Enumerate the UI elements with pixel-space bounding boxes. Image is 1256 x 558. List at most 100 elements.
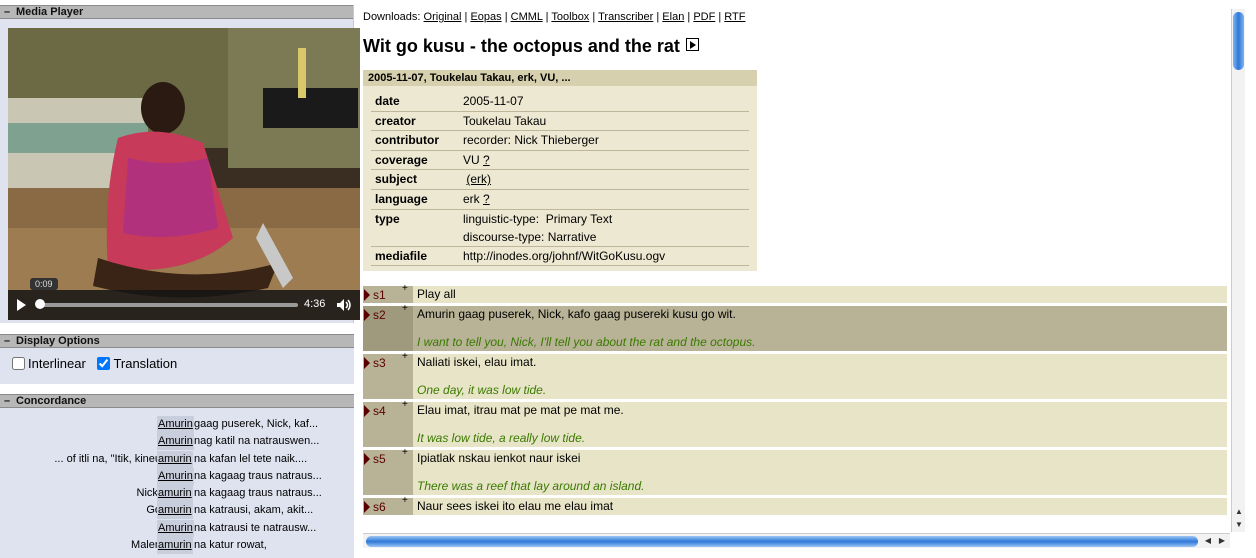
concordance-panel: – Concordance Amurin gaag puserek, Nick, k…	[0, 394, 354, 558]
vertical-scroll-thumb[interactable]	[1233, 12, 1244, 70]
expand-icon[interactable]: +	[402, 447, 408, 458]
collapse-icon[interactable]: –	[4, 395, 16, 407]
concordance-row: ... of itli na, "Itik, kineu amurin na kaf…	[0, 450, 354, 468]
download-eopas-link[interactable]: Eopas	[470, 11, 501, 23]
concordance-header[interactable]: – Concordance	[0, 394, 354, 408]
concordance-keyword-link[interactable]: Amurin	[157, 519, 194, 537]
segment-id[interactable]: s1 +	[363, 283, 413, 303]
segment-row[interactable]: s1 + Play all	[363, 283, 1227, 303]
video-frame[interactable]: 0:09 4:36	[8, 28, 360, 320]
scroll-left-icon[interactable]: ◀	[1201, 535, 1215, 547]
segment-id[interactable]: s3 +	[363, 351, 413, 399]
concordance-keyword-link[interactable]: amurin	[157, 485, 193, 503]
download-original-link[interactable]: Original	[424, 11, 462, 23]
segment-label: s1	[373, 288, 386, 302]
seek-bar[interactable]	[38, 303, 298, 307]
download-transcriber-link[interactable]: Transcriber	[598, 11, 653, 23]
display-options-panel: – Display Options Interlinear Translation	[0, 334, 354, 384]
volume-icon[interactable]	[336, 298, 352, 312]
download-toolbox-link[interactable]: Toolbox	[551, 11, 589, 23]
segment-play-icon[interactable]	[364, 309, 370, 321]
segment-text[interactable]: Play all	[417, 286, 1227, 303]
download-rtf-link[interactable]: RTF	[724, 11, 745, 23]
translation-option[interactable]: Translation	[97, 356, 177, 371]
vertical-scrollbar[interactable]: ▲ ▼	[1231, 9, 1245, 532]
segment-id[interactable]: s6 +	[363, 495, 413, 515]
concordance-row: Malen amurin na katur rowat,	[0, 537, 354, 555]
concordance-keyword-link[interactable]: amurin	[157, 537, 193, 555]
play-icon[interactable]	[17, 299, 26, 311]
metadata-row: date 2005-11-07	[371, 92, 749, 112]
metadata-header: 2005-11-07, Toukelau Takau, erk, VU, ...	[363, 70, 757, 86]
segment-play-icon[interactable]	[364, 501, 370, 513]
seek-handle[interactable]	[35, 299, 45, 309]
segment-id[interactable]: s4 +	[363, 399, 413, 447]
segment-text: Naliati iskei, elau imat. One day, it was…	[417, 354, 1227, 399]
concordance-right-context: na kafan lel tete naik....	[194, 452, 308, 465]
segment-id[interactable]: s2 +	[363, 303, 413, 351]
segment-row[interactable]: s4 + Elau imat, itrau mat pe mat pe mat m…	[363, 399, 1227, 447]
scroll-right-icon[interactable]: ▶	[1215, 535, 1229, 547]
interlinear-option[interactable]: Interlinear	[12, 356, 86, 371]
page-title: Wit go kusu - the octopus and the rat	[363, 36, 699, 57]
concordance-left-context: ... of itli na, "Itik, kineu	[54, 452, 161, 465]
expand-icon[interactable]: +	[402, 283, 408, 294]
concordance-keyword-link[interactable]: Amurin	[157, 433, 194, 451]
segment-text: Amurin gaag puserek, Nick, kafo gaag pus…	[417, 306, 1227, 351]
expand-icon[interactable]: +	[402, 495, 408, 506]
scroll-up-icon[interactable]: ▲	[1232, 506, 1246, 518]
language-help-link[interactable]: ?	[483, 192, 490, 206]
interlinear-checkbox[interactable]	[12, 357, 25, 370]
concordance-keyword-link[interactable]: amurin	[157, 450, 193, 468]
metadata-row: coverage VU ?	[371, 151, 749, 171]
expand-icon[interactable]: +	[402, 351, 408, 362]
expand-icon[interactable]: +	[402, 303, 408, 314]
segment-text[interactable]: Naur sees iskei ito elau me elau imat	[417, 498, 1227, 515]
segment-row[interactable]: s3 + Naliati iskei, elau imat. One day, it…	[363, 351, 1227, 399]
collapse-icon[interactable]: –	[4, 6, 16, 18]
metadata-value: 2005-11-07	[463, 94, 524, 108]
metadata-box: 2005-11-07, Toukelau Takau, erk, VU, ...…	[363, 70, 757, 271]
download-pdf-link[interactable]: PDF	[693, 11, 715, 23]
media-player-header[interactable]: – Media Player	[0, 5, 353, 19]
segment-play-icon[interactable]	[364, 289, 370, 301]
segment-row[interactable]: s5 + Ipiatlak nskau ienkot naur iskei Ther…	[363, 447, 1227, 495]
translation-checkbox[interactable]	[97, 357, 111, 370]
concordance-keyword-link[interactable]: Amurin	[157, 416, 194, 433]
main-content: Downloads: Original | Eopas | CMML | Too…	[363, 0, 1231, 558]
segment-translation: One day, it was low tide.	[417, 383, 547, 397]
metadata-key: type	[375, 211, 400, 226]
display-options-header[interactable]: – Display Options	[0, 334, 354, 348]
segment-play-icon[interactable]	[364, 405, 370, 417]
metadata-value: recorder: Nick Thieberger	[463, 133, 599, 148]
concordance-row: Go amurin na katrausi, akam, akit...	[0, 502, 354, 520]
left-sidebar: – Media Player 0:09 4:36 – Display Optio…	[0, 0, 360, 558]
concordance-keyword-link[interactable]: amurin	[157, 502, 193, 520]
download-cmml-link[interactable]: CMML	[511, 11, 543, 23]
coverage-help-link[interactable]: ?	[483, 153, 490, 167]
concordance-row: Amurin nag katil na natrauswen...	[0, 433, 354, 451]
concordance-row: Amurin na kagaag traus natraus...	[0, 467, 354, 485]
metadata-row: creator Toukelau Takau	[371, 112, 749, 132]
concordance-right-context: gaag puserek, Nick, kaf...	[194, 418, 319, 430]
concordance-keyword-link[interactable]: Amurin	[157, 467, 194, 485]
segment-play-icon[interactable]	[364, 357, 370, 369]
display-options-title: Display Options	[16, 335, 100, 347]
collapse-icon[interactable]: –	[4, 335, 16, 347]
horizontal-scroll-thumb[interactable]	[366, 536, 1198, 547]
subject-link[interactable]: (erk)	[466, 172, 491, 186]
duration: 4:36	[304, 298, 326, 310]
segment-text: Ipiatlak nskau ienkot naur iskei There wa…	[417, 450, 1227, 495]
segment-row[interactable]: s2 + Amurin gaag puserek, Nick, kafo gaag…	[363, 303, 1227, 351]
page-title-text: Wit go kusu - the octopus and the rat	[363, 36, 680, 56]
horizontal-scrollbar[interactable]: ◀ ▶	[363, 533, 1230, 548]
download-elan-link[interactable]: Elan	[662, 11, 684, 23]
concordance-right-context: na kagaag traus natraus...	[194, 469, 322, 482]
play-all-icon[interactable]	[685, 38, 699, 51]
segment-id[interactable]: s5 +	[363, 447, 413, 495]
metadata-value: linguistic-type: Primary Text discourse-t…	[463, 210, 749, 246]
segment-row[interactable]: s6 + Naur sees iskei ito elau me elau ima…	[363, 495, 1227, 515]
scroll-down-icon[interactable]: ▼	[1232, 519, 1246, 531]
segment-play-icon[interactable]	[364, 453, 370, 465]
expand-icon[interactable]: +	[402, 399, 408, 410]
